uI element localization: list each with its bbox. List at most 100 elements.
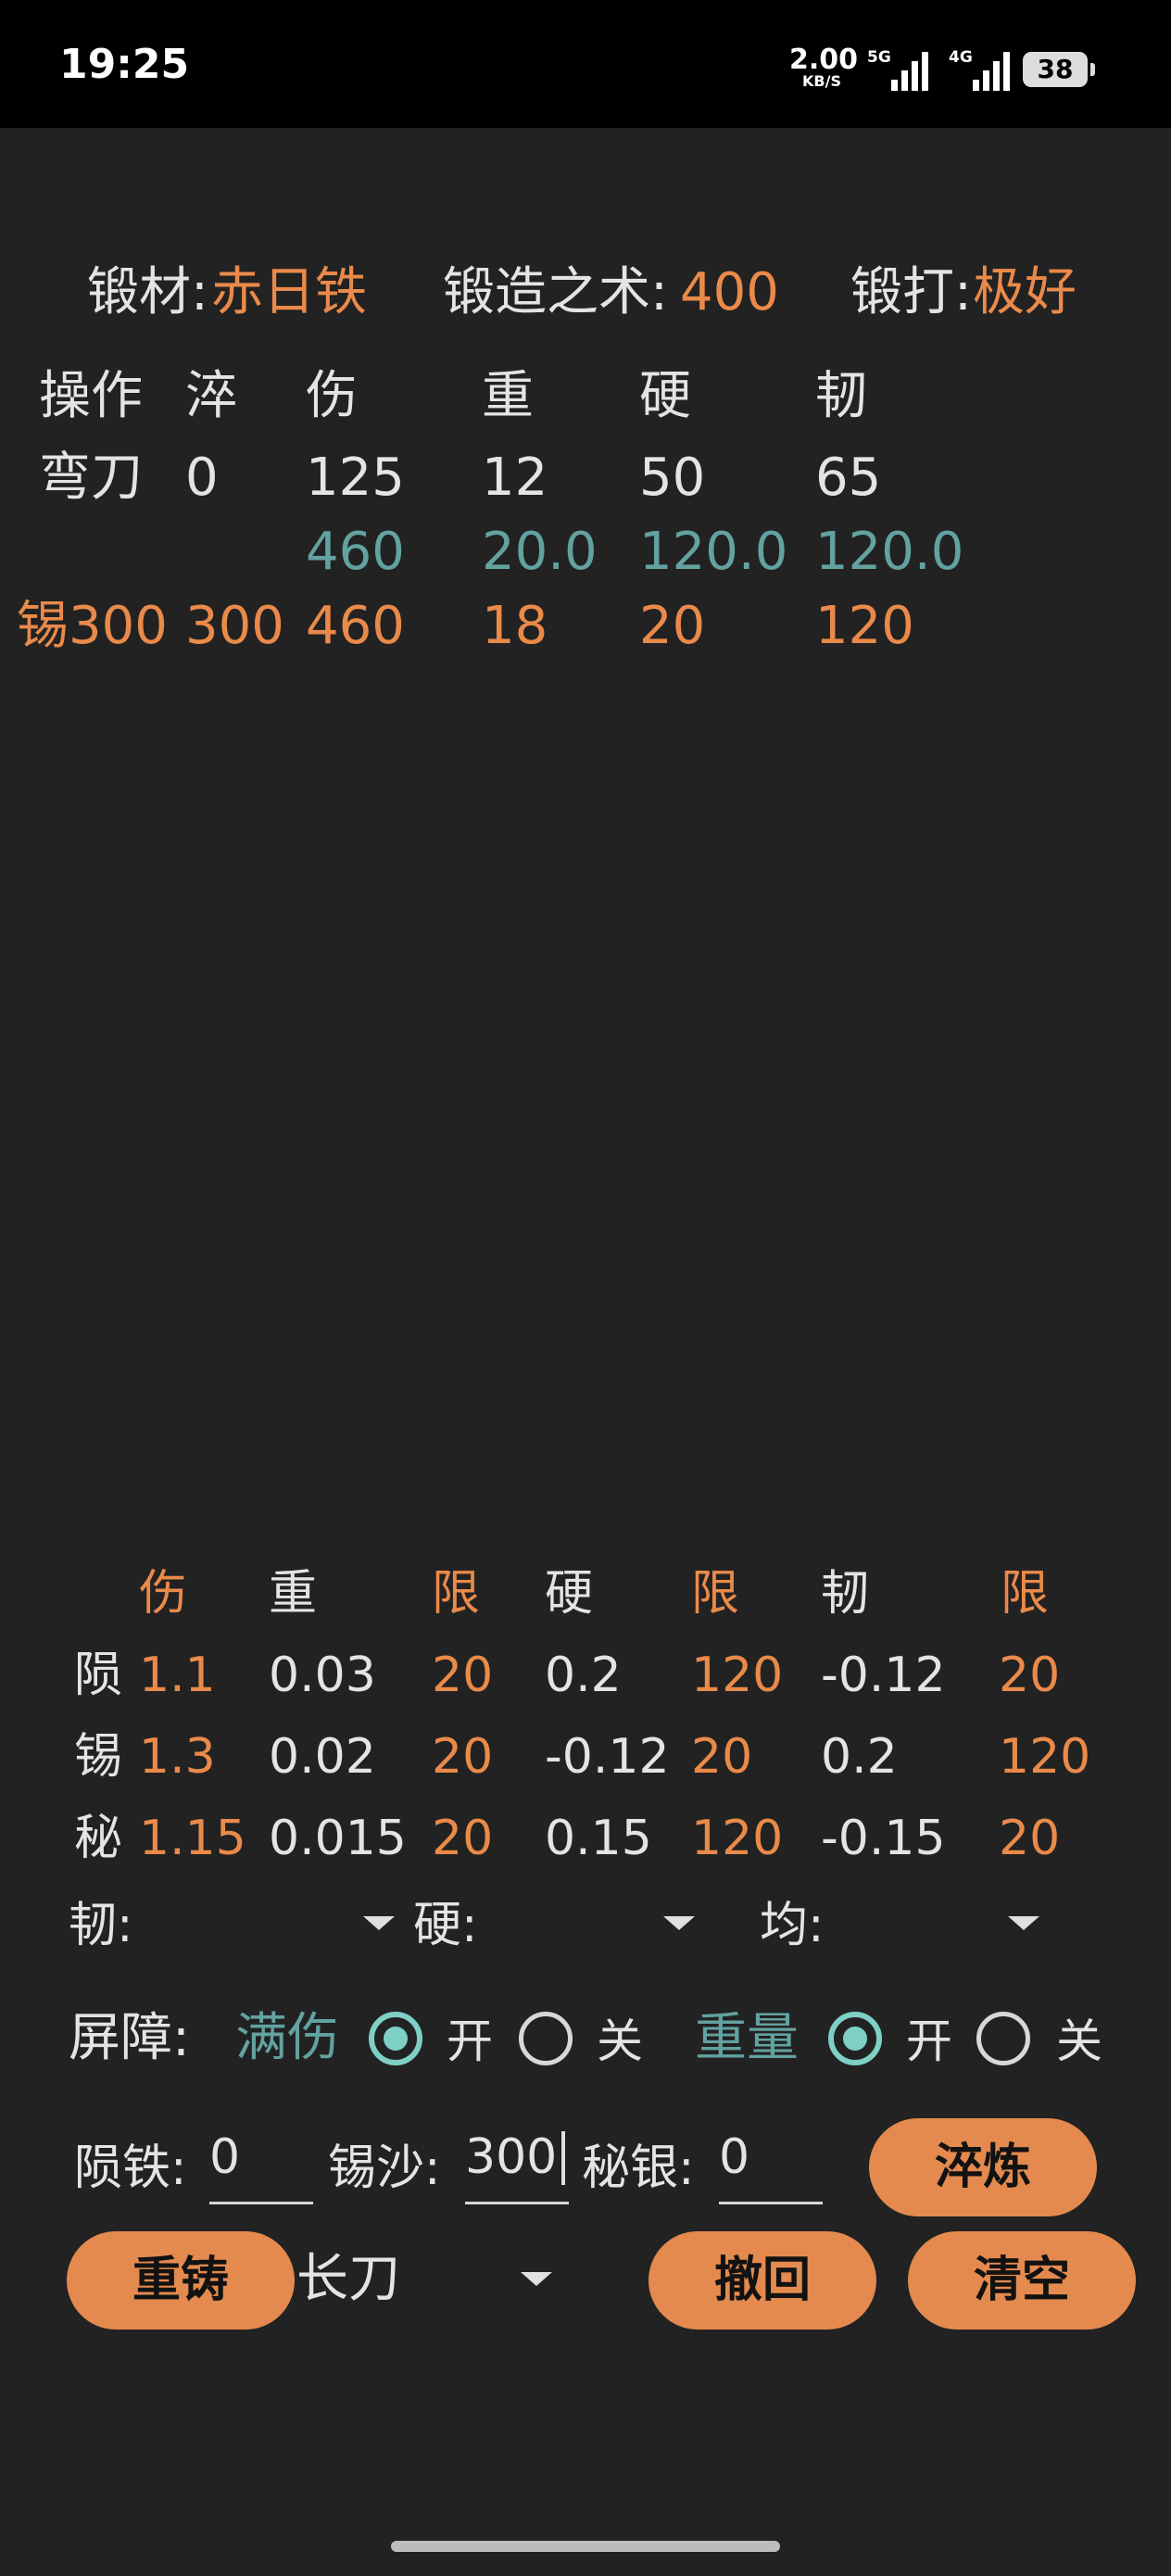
stats-result-op: 锡300 (17, 596, 168, 656)
coef-header-hardness-limit: 限 (691, 1566, 740, 1622)
meteor-iron-input[interactable]: 0 (209, 2133, 240, 2181)
coef-header-damage: 伤 (139, 1566, 188, 1622)
home-indicator[interactable] (391, 2541, 780, 2552)
forge-quality-label: 锻打: (850, 262, 972, 322)
coef-cell: -0.12 (821, 1648, 946, 1703)
stats-limit-hardness: 120.0 (639, 522, 788, 582)
chevron-down-icon[interactable] (663, 1916, 695, 1930)
material-value: 赤日铁 (211, 262, 367, 322)
stats-header-hardness: 硬 (639, 366, 691, 426)
stats-base-op: 弯刀 (39, 448, 143, 508)
tin-sand-input[interactable]: 300 (465, 2133, 557, 2181)
full-damage-on-label: 开 (447, 2014, 493, 2068)
coef-cell: 20 (432, 1729, 494, 1785)
full-damage-label: 满伤 (235, 2008, 339, 2068)
mithril-input-underline (719, 2202, 823, 2204)
stats-result-damage: 460 (306, 596, 405, 656)
stats-base-quench: 0 (185, 448, 219, 508)
coef-cell: 1.15 (139, 1811, 246, 1866)
coef-cell: 0.2 (821, 1729, 898, 1785)
stats-result-toughness: 120 (815, 596, 914, 656)
coef-row-name: 锡 (74, 1729, 123, 1785)
battery-icon: 38 (1023, 52, 1095, 87)
weight-off-label: 关 (1056, 2014, 1102, 2068)
stats-result-hardness: 20 (639, 596, 706, 656)
weapon-select-value: 长刀 (296, 2249, 400, 2309)
stats-limit-weight: 20.0 (482, 522, 598, 582)
toughness-dropdown-label: 韧: (69, 1898, 133, 1953)
barrier-label: 屏障: (69, 2008, 190, 2068)
quench-button[interactable]: 淬炼 (869, 2118, 1097, 2216)
text-cursor (561, 2131, 565, 2185)
signal-5g-icon: 5G (867, 48, 932, 91)
stats-header-toughness: 韧 (815, 366, 867, 426)
tin-sand-label: 锡沙: (328, 2140, 441, 2196)
mithril-input[interactable]: 0 (719, 2133, 749, 2181)
chevron-down-icon[interactable] (521, 2272, 552, 2286)
chevron-down-icon[interactable] (1008, 1916, 1039, 1930)
coef-cell: 120 (999, 1729, 1091, 1785)
coef-header-weight: 重 (269, 1566, 318, 1622)
coef-header-toughness-limit: 限 (1001, 1566, 1050, 1622)
weight-off-radio[interactable] (976, 2012, 1030, 2065)
status-bar: 19:25 2.00 KB/S 5G 4G 38 (0, 0, 1171, 128)
coef-cell: 120 (691, 1811, 784, 1866)
coef-header-hardness: 硬 (545, 1566, 594, 1622)
clear-button[interactable]: 清空 (908, 2231, 1136, 2330)
coef-cell: 120 (691, 1648, 784, 1703)
forging-skill-label: 锻造之术: (443, 262, 668, 322)
coef-cell: 0.015 (269, 1811, 407, 1866)
stats-limit-toughness: 120.0 (815, 522, 964, 582)
signal-4g-label: 4G (949, 48, 973, 67)
stats-limit-damage: 460 (306, 522, 405, 582)
coef-row-name: 秘 (74, 1811, 123, 1866)
recast-button[interactable]: 重铸 (67, 2231, 295, 2330)
coef-cell: 0.02 (269, 1729, 376, 1785)
coef-header-weight-limit: 限 (432, 1566, 481, 1622)
coef-cell: 0.03 (269, 1648, 376, 1703)
stats-header-op: 操作 (39, 366, 143, 426)
mithril-label: 秘银: (582, 2140, 695, 2196)
net-speed: 2.00 KB/S (789, 44, 859, 90)
forging-skill-value: 400 (680, 262, 779, 322)
coef-cell: 20 (999, 1811, 1061, 1866)
stats-result-quench: 300 (185, 596, 284, 656)
coef-cell: 0.2 (545, 1648, 622, 1703)
stats-header-quench: 淬 (185, 366, 237, 426)
stats-base-weight: 12 (482, 448, 548, 508)
net-speed-unit: KB/S (802, 72, 841, 90)
weight-on-label: 开 (906, 2014, 952, 2068)
coef-cell: 1.3 (139, 1729, 216, 1785)
full-damage-off-label: 关 (597, 2014, 643, 2068)
coef-cell: -0.15 (821, 1811, 946, 1866)
full-damage-off-radio[interactable] (519, 2012, 573, 2065)
status-time: 19:25 (59, 41, 190, 88)
chevron-down-icon[interactable] (363, 1916, 395, 1930)
coef-cell: 20 (432, 1811, 494, 1866)
coef-cell: 20 (691, 1729, 753, 1785)
hardness-dropdown-label: 硬: (413, 1898, 478, 1953)
coef-cell: 1.1 (139, 1648, 216, 1703)
full-damage-on-radio[interactable] (369, 2012, 422, 2065)
coef-cell: 0.15 (545, 1811, 652, 1866)
signal-4g-icon: 4G (949, 48, 1014, 91)
material-label: 锻材: (87, 262, 208, 322)
signal-5g-label: 5G (867, 48, 891, 67)
even-dropdown-label: 均: (760, 1898, 825, 1953)
stats-header-damage: 伤 (306, 366, 358, 426)
coef-cell: -0.12 (545, 1729, 670, 1785)
stats-base-toughness: 65 (815, 448, 882, 508)
stats-result-weight: 18 (482, 596, 548, 656)
meteor-iron-label: 陨铁: (74, 2140, 187, 2196)
coef-row-name: 陨 (74, 1648, 123, 1703)
stats-base-damage: 125 (306, 448, 405, 508)
weight-label: 重量 (695, 2008, 799, 2068)
undo-button[interactable]: 撤回 (648, 2231, 876, 2330)
coef-cell: 20 (432, 1648, 494, 1703)
net-speed-value: 2.00 (789, 44, 859, 76)
weight-on-radio[interactable] (828, 2012, 882, 2065)
tin-sand-input-underline (465, 2202, 569, 2204)
meteor-iron-input-underline (209, 2202, 313, 2204)
forge-quality-value: 极好 (973, 262, 1077, 322)
coef-cell: 20 (999, 1648, 1061, 1703)
